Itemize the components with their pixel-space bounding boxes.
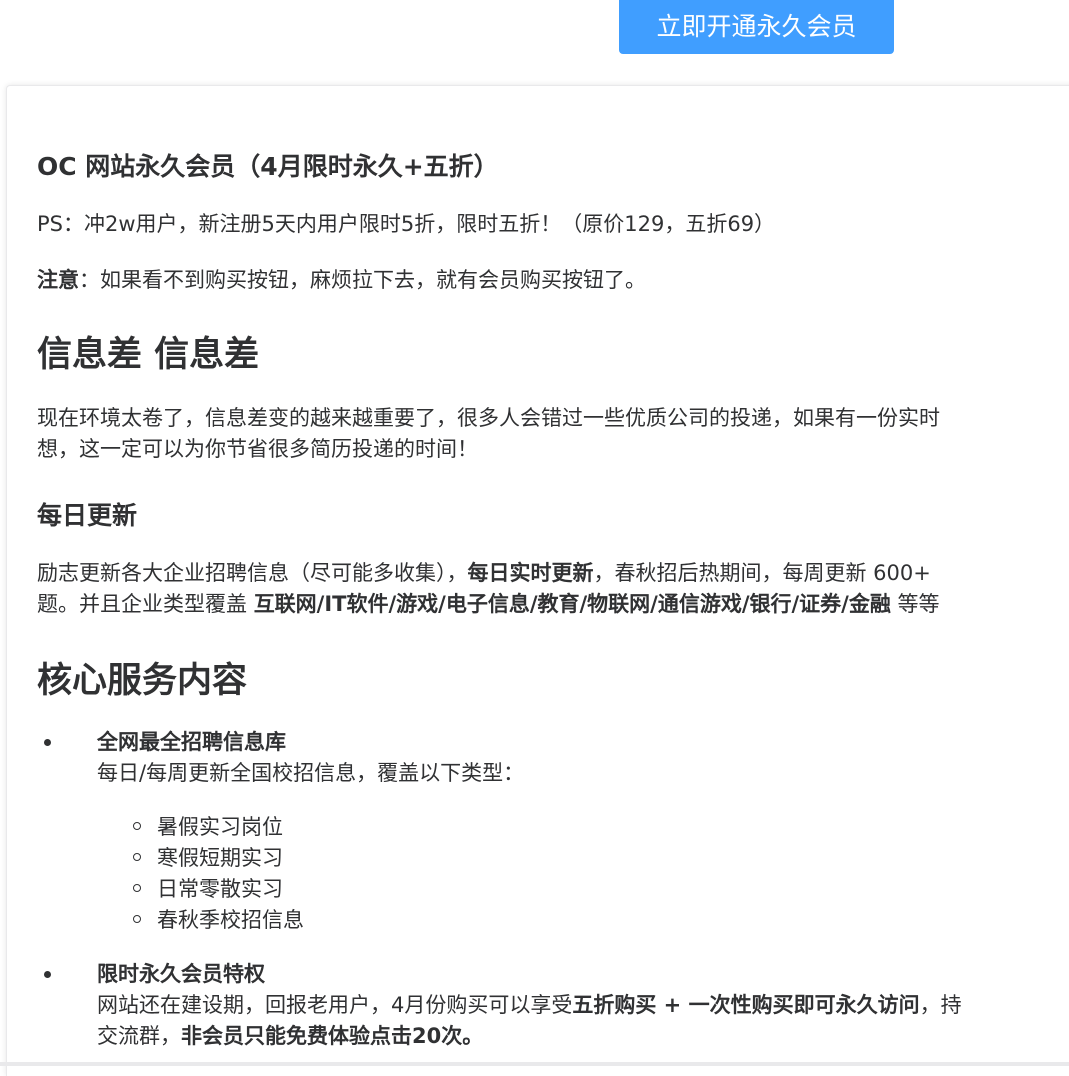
ps-text: PS：冲2w用户，新注册5天内用户限时5折，限时五折！（原价129，五折69） bbox=[37, 212, 776, 236]
daily-line1-bold: 每日实时更新 bbox=[467, 561, 594, 585]
top-bar: 立即开通永久会员 bbox=[0, 0, 1069, 85]
list-item-desc2-vip-privilege: 交流群，非会员只能免费体验点击20次。 bbox=[97, 1020, 483, 1052]
list-item-desc-vip-privilege: 网站还在建设期，回报老用户，4月份购买可以享受五折购买 + 一次性购买即可永久访… bbox=[97, 989, 962, 1021]
info-gap-line-2: 想，这一定可以为你节省很多简历投递的时间！ bbox=[37, 437, 478, 461]
vip-desc-text-a: 网站还在建设期，回报老用户，4月份购买可以享受 bbox=[97, 993, 573, 1017]
bullet-disc bbox=[44, 971, 51, 978]
bullet-circle bbox=[133, 884, 141, 892]
daily-line1-text-c: ，春秋招后热期间，每周更新 600+ bbox=[593, 561, 931, 585]
vip-desc-bold: 五折购买 + 一次性购买即可永久访问 bbox=[572, 993, 920, 1017]
bottom-divider bbox=[0, 1062, 1069, 1066]
open-permanent-vip-button[interactable]: 立即开通永久会员 bbox=[619, 0, 894, 54]
content-card: OC 网站永久会员（4月限时永久+五折） PS：冲2w用户，新注册5天内用户限时… bbox=[6, 85, 1069, 1076]
sub-item-summer-intern: 暑假实习岗位 bbox=[157, 815, 283, 839]
bullet-circle bbox=[133, 822, 141, 830]
bullet-circle bbox=[133, 853, 141, 861]
daily-update-line-2: 题。并且企业类型覆盖 互联网/IT软件/游戏/电子信息/教育/物联网/通信游戏/… bbox=[37, 588, 940, 620]
list-item-title-job-database: 全网最全招聘信息库 bbox=[97, 730, 286, 754]
daily-line2-bold: 互联网/IT软件/游戏/电子信息/教育/物联网/通信游戏/银行/证券/金融 bbox=[253, 592, 891, 616]
notice-label: 注意 bbox=[37, 268, 79, 292]
daily-line2-text-c: 等等 bbox=[890, 592, 940, 616]
vip-desc2-bold: 非会员只能免费体验点击20次。 bbox=[181, 1024, 484, 1048]
info-gap-line-1: 现在环境太卷了，信息差变的越来越重要了，很多人会错过一些优质公司的投递，如果有一… bbox=[37, 406, 940, 430]
sub-item-campus-recruit: 春秋季校招信息 bbox=[157, 908, 304, 932]
vip-desc-text-c: ，持 bbox=[919, 993, 962, 1017]
daily-update-line-1: 励志更新各大企业招聘信息（尽可能多收集），每日实时更新，春秋招后热期间，每周更新… bbox=[37, 557, 931, 589]
info-gap-heading: 信息差 信息差 bbox=[37, 335, 260, 375]
bullet-disc bbox=[44, 739, 51, 746]
daily-line2-text-a: 题。并且企业类型覆盖 bbox=[37, 592, 254, 616]
sub-item-daily-intern: 日常零散实习 bbox=[157, 877, 283, 901]
notice-text: 注意：如果看不到购买按钮，麻烦拉下去，就有会员购买按钮了。 bbox=[37, 264, 646, 296]
notice-body: ：如果看不到购买按钮，麻烦拉下去，就有会员购买按钮了。 bbox=[79, 268, 646, 292]
sub-item-winter-intern: 寒假短期实习 bbox=[157, 846, 283, 870]
daily-update-heading: 每日更新 bbox=[37, 501, 138, 530]
membership-title: OC 网站永久会员（4月限时永久+五折） bbox=[37, 152, 499, 181]
daily-line1-text-a: 励志更新各大企业招聘信息（尽可能多收集）， bbox=[37, 561, 468, 585]
list-item-desc-job-database: 每日/每周更新全国校招信息，覆盖以下类型： bbox=[97, 761, 525, 785]
vip-desc2-text-a: 交流群， bbox=[97, 1024, 181, 1048]
list-item-title-vip-privilege: 限时永久会员特权 bbox=[97, 962, 265, 986]
core-services-heading: 核心服务内容 bbox=[37, 661, 248, 701]
bullet-circle bbox=[133, 915, 141, 923]
